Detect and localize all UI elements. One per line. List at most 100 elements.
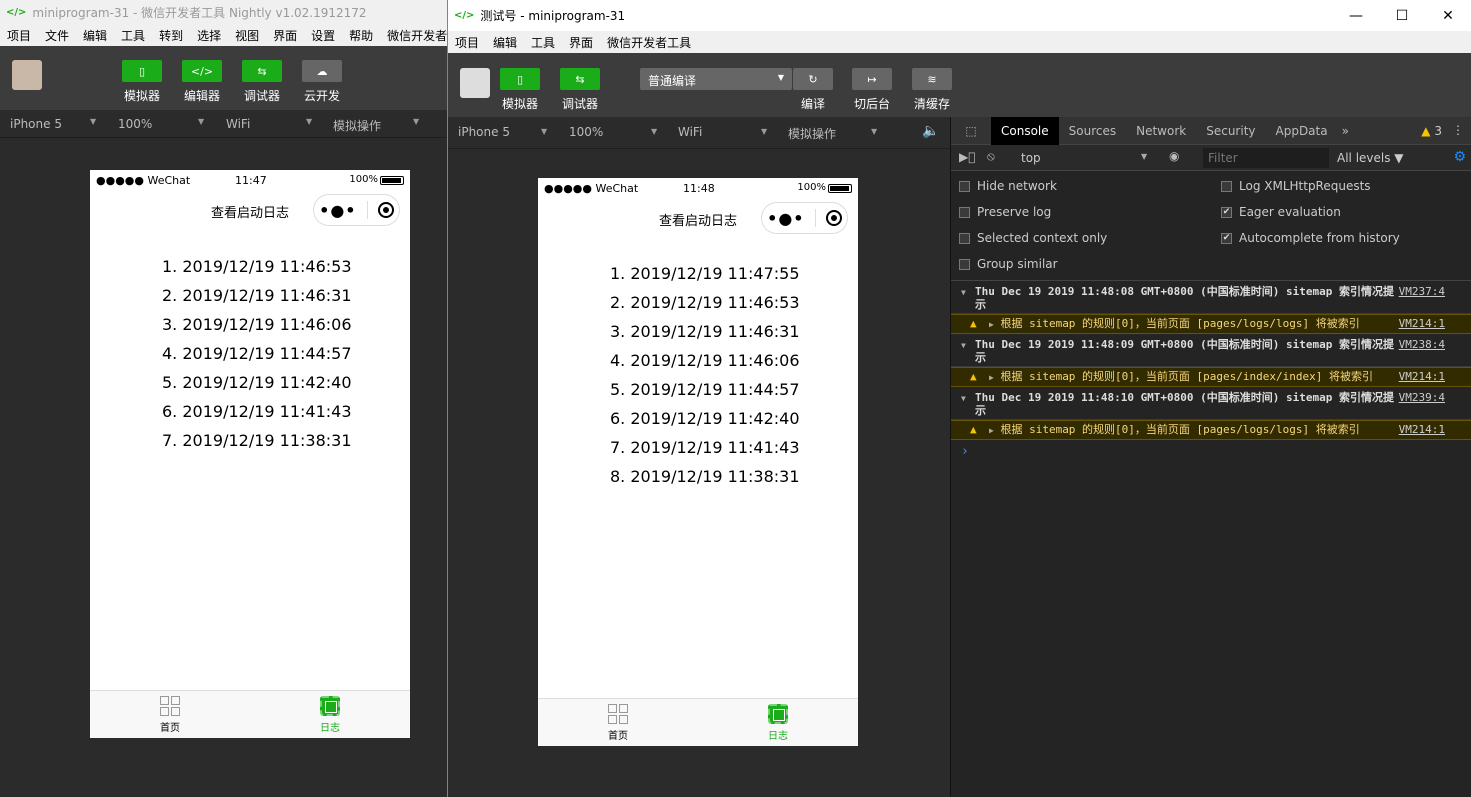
menu-item[interactable]: 文件 bbox=[38, 27, 76, 44]
zoom-select[interactable]: 100% bbox=[118, 117, 152, 131]
menu-item[interactable]: 选择 bbox=[190, 27, 228, 44]
more-icon[interactable]: •●• bbox=[767, 209, 804, 228]
checkbox[interactable] bbox=[959, 206, 970, 218]
tab-console[interactable]: Console bbox=[991, 116, 1059, 145]
hide-network-option[interactable]: Hide network bbox=[959, 179, 1057, 193]
gear-icon[interactable]: ⚙ bbox=[1453, 149, 1466, 165]
background-button[interactable]: ↦ bbox=[852, 68, 892, 90]
chip-icon bbox=[320, 695, 340, 716]
simulate-select[interactable]: 模拟操作 bbox=[333, 117, 381, 134]
debugger-button[interactable]: ⇆ bbox=[560, 68, 600, 90]
menu-item[interactable]: 设置 bbox=[304, 27, 342, 44]
tab-home[interactable]: 首页 bbox=[90, 691, 250, 738]
network-select[interactable]: WiFi bbox=[226, 117, 250, 131]
checkbox[interactable] bbox=[959, 180, 970, 192]
menu-item[interactable]: 界面 bbox=[266, 27, 304, 44]
expand-triangle-icon[interactable]: ▼ bbox=[961, 286, 966, 299]
tab-network[interactable]: Network bbox=[1126, 117, 1196, 145]
menu-item[interactable]: 工具 bbox=[524, 34, 562, 51]
menu-item[interactable]: 微信开发者工具 bbox=[600, 34, 698, 51]
device-select[interactable]: iPhone 5 bbox=[458, 125, 510, 139]
avatar[interactable] bbox=[460, 68, 490, 98]
source-link[interactable]: VM214:1 bbox=[1399, 368, 1445, 386]
simulate-select[interactable]: 模拟操作 bbox=[788, 125, 836, 142]
tab-security[interactable]: Security bbox=[1196, 117, 1265, 145]
checkbox-checked[interactable]: ✔ bbox=[1221, 232, 1232, 244]
checkbox-checked[interactable]: ✔ bbox=[1221, 206, 1232, 218]
menu-item[interactable]: 帮助 bbox=[342, 27, 380, 44]
source-link[interactable]: VM214:1 bbox=[1399, 315, 1445, 333]
eager-evaluation-option[interactable]: ✔ Eager evaluation bbox=[1221, 205, 1341, 219]
expand-triangle-icon[interactable]: ▼ bbox=[961, 392, 966, 405]
menu-item[interactable]: 工具 bbox=[114, 27, 152, 44]
cloud-label: 云开发 bbox=[303, 89, 340, 103]
menu-item[interactable]: 项目 bbox=[448, 34, 486, 51]
simulator-button[interactable]: ▯ bbox=[122, 60, 162, 82]
group-similar-option[interactable]: Group similar bbox=[959, 257, 1058, 271]
device-select[interactable]: iPhone 5 bbox=[10, 117, 62, 131]
close-icon[interactable]: ✕ bbox=[1425, 0, 1471, 31]
log-levels-select[interactable]: All levels ▼ bbox=[1337, 151, 1404, 165]
zoom-select[interactable]: 100% bbox=[569, 125, 603, 139]
source-link[interactable]: VM237:4 bbox=[1399, 285, 1445, 298]
log-group[interactable]: ▼ Thu Dec 19 2019 11:48:09 GMT+0800 (中国标… bbox=[951, 334, 1471, 367]
autocomplete-option[interactable]: ✔ Autocomplete from history bbox=[1221, 231, 1400, 245]
checkbox[interactable] bbox=[959, 232, 970, 244]
selected-context-option[interactable]: Selected context only bbox=[959, 231, 1107, 245]
filter-input[interactable] bbox=[1203, 148, 1329, 168]
close-icon[interactable] bbox=[377, 202, 394, 218]
maximize-icon[interactable]: ☐ bbox=[1379, 0, 1425, 31]
more-tabs-icon[interactable]: » bbox=[1338, 117, 1353, 145]
network-select[interactable]: WiFi bbox=[678, 125, 702, 139]
sidebar-toggle-icon[interactable]: ▶⃞ bbox=[959, 150, 975, 164]
avatar[interactable] bbox=[12, 60, 42, 90]
compile-mode-select[interactable]: 普通编译 ▼ bbox=[640, 68, 792, 90]
eye-icon[interactable]: ◉ bbox=[1169, 149, 1179, 163]
context-select[interactable]: top bbox=[1021, 151, 1041, 165]
inspect-icon[interactable]: ⬚ bbox=[951, 117, 991, 145]
tab-logs[interactable]: 日志 bbox=[698, 699, 858, 746]
toolbar: ▯ 模拟器 </> 编辑器 ⇆ 调试器 ☁ 云开发 bbox=[0, 46, 447, 110]
expand-arrow-icon[interactable]: ▶ bbox=[989, 426, 994, 435]
editor-button[interactable]: </> bbox=[182, 60, 222, 82]
checkbox[interactable] bbox=[1221, 180, 1232, 192]
more-icon[interactable]: •●• bbox=[319, 201, 356, 220]
checkbox[interactable] bbox=[959, 258, 970, 270]
option-label: Hide network bbox=[977, 179, 1057, 193]
menu-item[interactable]: 视图 bbox=[228, 27, 266, 44]
tab-bar: 首页 日志 bbox=[90, 690, 410, 738]
menu-item[interactable]: 界面 bbox=[562, 34, 600, 51]
expand-triangle-icon[interactable]: ▼ bbox=[961, 339, 966, 352]
capsule-menu[interactable]: •●• bbox=[761, 202, 848, 234]
minimize-icon[interactable]: — bbox=[1333, 0, 1379, 31]
capsule-menu[interactable]: •●• bbox=[313, 194, 400, 226]
compile-button[interactable]: ↻ bbox=[793, 68, 833, 90]
debugger-button[interactable]: ⇆ bbox=[242, 60, 282, 82]
log-xhr-option[interactable]: Log XMLHttpRequests bbox=[1221, 179, 1371, 193]
log-group[interactable]: ▼ Thu Dec 19 2019 11:48:10 GMT+0800 (中国标… bbox=[951, 387, 1471, 420]
source-link[interactable]: VM214:1 bbox=[1399, 421, 1445, 439]
tab-logs[interactable]: 日志 bbox=[250, 691, 410, 738]
menu-item[interactable]: 编辑 bbox=[76, 27, 114, 44]
kebab-menu-icon[interactable]: ⋮ bbox=[1452, 123, 1464, 137]
menu-item[interactable]: 项目 bbox=[0, 27, 38, 44]
log-group[interactable]: ▼ Thu Dec 19 2019 11:48:08 GMT+0800 (中国标… bbox=[951, 281, 1471, 314]
menu-item[interactable]: 编辑 bbox=[486, 34, 524, 51]
close-icon[interactable] bbox=[825, 210, 842, 226]
expand-arrow-icon[interactable]: ▶ bbox=[989, 373, 994, 382]
source-link[interactable]: VM238:4 bbox=[1399, 338, 1445, 351]
tab-appdata[interactable]: AppData bbox=[1266, 117, 1338, 145]
preserve-log-option[interactable]: Preserve log bbox=[959, 205, 1051, 219]
warning-counter[interactable]: ▲ 3 bbox=[1421, 124, 1442, 138]
cloud-button[interactable]: ☁ bbox=[302, 60, 342, 82]
expand-arrow-icon[interactable]: ▶ bbox=[989, 320, 994, 329]
tab-home[interactable]: 首页 bbox=[538, 699, 698, 746]
clear-console-icon[interactable]: ⦸ bbox=[987, 149, 995, 164]
console-prompt[interactable]: › bbox=[951, 440, 1471, 463]
tab-sources[interactable]: Sources bbox=[1059, 117, 1126, 145]
clear-cache-button[interactable]: ≋ bbox=[912, 68, 952, 90]
simulator-button[interactable]: ▯ bbox=[500, 68, 540, 90]
volume-icon[interactable]: 🔈 bbox=[922, 123, 939, 139]
menu-item[interactable]: 转到 bbox=[152, 27, 190, 44]
source-link[interactable]: VM239:4 bbox=[1399, 391, 1445, 404]
